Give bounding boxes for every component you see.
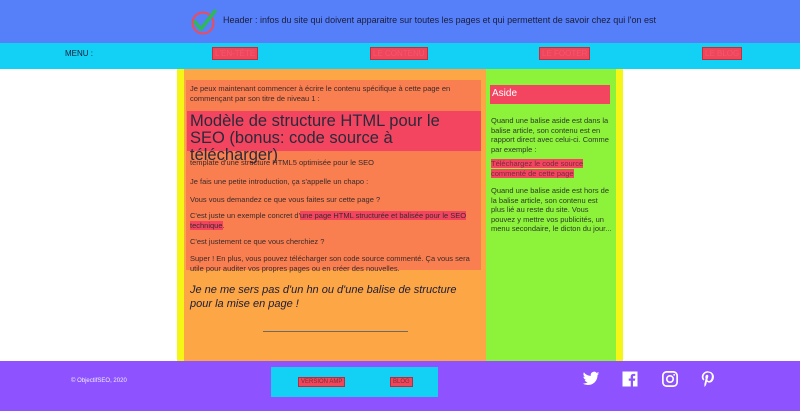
checkmark-logo-icon[interactable] <box>190 8 218 36</box>
copyright-text: © ObjectifSEO, 2020 <box>71 378 127 384</box>
nav-link-content[interactable]: LE CONTENU <box>370 47 428 60</box>
article-p4-before: C'est juste un exemple concret d' <box>190 211 301 220</box>
nav-link-blog[interactable]: LE BLOG <box>701 47 743 60</box>
article-p3: Vous vous demandez ce que vous faites su… <box>190 195 381 204</box>
article-p4: C'est juste un exemple concret d'une pag… <box>190 211 480 230</box>
amp-version-link[interactable]: VERSION AMP <box>297 377 346 387</box>
aside-p2: Quand une balise aside est hors de la ba… <box>491 186 612 233</box>
article-intro: Je peux maintenant commencer à écrire le… <box>190 84 451 103</box>
aside-title: Aside <box>490 85 610 104</box>
footer-blog-link[interactable]: BLOG <box>390 377 413 387</box>
menu-label: MENU : <box>65 49 93 58</box>
aside-p1: Quand une balise aside est dans la balis… <box>491 116 609 154</box>
main-nav: MENU : L'EN-TÊTE LE CONTENU LE FOOTER LE… <box>0 43 800 69</box>
page-title: Modèle de structure HTML pour le SEO (bo… <box>187 111 481 164</box>
twitter-icon[interactable] <box>582 370 600 388</box>
article-p1: template d'une structure HTML5 optimisée… <box>190 158 375 167</box>
aside-link-wrap: Téléchargez le code source commenté de c… <box>491 159 613 178</box>
divider <box>263 331 408 332</box>
download-source-link[interactable]: Téléchargez le code source commenté de c… <box>491 159 584 178</box>
article-p6: Super ! En plus, vous pouvez télécharger… <box>190 254 470 273</box>
footer-nav <box>271 367 438 397</box>
site-header: Header : infos du site qui doivent appar… <box>0 0 800 43</box>
header-info-text: Header : infos du site qui doivent appar… <box>223 15 656 25</box>
article-p4-after: . <box>222 220 225 230</box>
facebook-icon[interactable] <box>621 370 639 388</box>
article-subheading: Je ne me sers pas d'un hn ou d'une balis… <box>190 284 457 310</box>
nav-link-footer[interactable]: LE FOOTER <box>538 47 591 60</box>
article-p2: Je fais une petite introduction, ça s'ap… <box>190 177 369 186</box>
nav-link-header[interactable]: L'EN-TÊTE <box>211 47 259 60</box>
article-p5: C'est justement ce que vous cherchiez ? <box>190 237 325 246</box>
aside-title-text: Aside <box>492 88 518 99</box>
pinterest-icon[interactable] <box>699 370 717 388</box>
instagram-icon[interactable] <box>661 370 679 388</box>
